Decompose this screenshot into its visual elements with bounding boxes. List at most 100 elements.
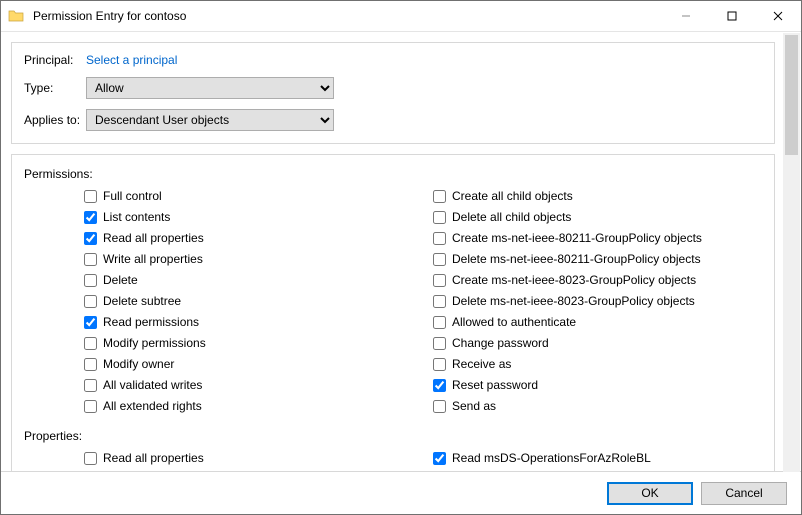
permission-checkbox[interactable] bbox=[84, 358, 97, 371]
permission-label: Create ms-net-ieee-8023-GroupPolicy obje… bbox=[452, 273, 696, 287]
permission-label: Delete bbox=[103, 273, 138, 287]
permission-item[interactable]: Delete all child objects bbox=[433, 208, 762, 226]
permission-checkbox[interactable] bbox=[433, 274, 446, 287]
permission-checkbox[interactable] bbox=[433, 379, 446, 392]
permission-item[interactable]: Delete ms-net-ieee-8023-GroupPolicy obje… bbox=[433, 292, 762, 310]
permission-item[interactable]: Delete ms-net-ieee-80211-GroupPolicy obj… bbox=[433, 250, 762, 268]
header-panel: Principal: Select a principal Type: Allo… bbox=[11, 42, 775, 144]
permission-item[interactable]: Reset password bbox=[433, 376, 762, 394]
permission-item[interactable]: Delete subtree bbox=[84, 292, 413, 310]
permission-checkbox[interactable] bbox=[433, 316, 446, 329]
content-area: Principal: Select a principal Type: Allo… bbox=[1, 32, 801, 471]
permission-checkbox[interactable] bbox=[84, 295, 97, 308]
permission-label: List contents bbox=[103, 210, 170, 224]
vertical-scrollbar[interactable] bbox=[783, 33, 800, 472]
permission-label: Create ms-net-ieee-80211-GroupPolicy obj… bbox=[452, 231, 702, 245]
properties-label: Properties: bbox=[24, 429, 762, 443]
applies-to-select[interactable]: Descendant User objects bbox=[86, 109, 334, 131]
permission-item[interactable]: Read all properties bbox=[84, 229, 413, 247]
permission-checkbox[interactable] bbox=[84, 253, 97, 266]
permission-checkbox[interactable] bbox=[433, 232, 446, 245]
permission-item[interactable]: Full control bbox=[84, 187, 413, 205]
permission-checkbox[interactable] bbox=[433, 211, 446, 224]
permission-label: Modify owner bbox=[103, 357, 174, 371]
property-label: Read all properties bbox=[103, 451, 204, 465]
permission-checkbox[interactable] bbox=[84, 316, 97, 329]
type-select[interactable]: Allow bbox=[86, 77, 334, 99]
minimize-button[interactable] bbox=[663, 1, 709, 31]
permission-label: Read permissions bbox=[103, 315, 199, 329]
property-checkbox[interactable] bbox=[84, 452, 97, 465]
permissions-column-right: Create all child objects Delete all child… bbox=[433, 187, 762, 415]
permission-checkbox[interactable] bbox=[433, 190, 446, 203]
permission-label: Change password bbox=[452, 336, 549, 350]
permission-label: Reset password bbox=[452, 378, 538, 392]
permission-checkbox[interactable] bbox=[84, 337, 97, 350]
permission-item[interactable]: Write all properties bbox=[84, 250, 413, 268]
permission-item[interactable]: Create all child objects bbox=[433, 187, 762, 205]
permission-checkbox[interactable] bbox=[433, 358, 446, 371]
permission-checkbox[interactable] bbox=[433, 337, 446, 350]
permission-label: All validated writes bbox=[103, 378, 202, 392]
permission-item[interactable]: Create ms-net-ieee-8023-GroupPolicy obje… bbox=[433, 271, 762, 289]
permission-label: Create all child objects bbox=[452, 189, 573, 203]
permission-label: Delete all child objects bbox=[452, 210, 571, 224]
permissions-label: Permissions: bbox=[24, 167, 762, 181]
select-principal-link[interactable]: Select a principal bbox=[86, 53, 177, 67]
permission-label: Delete ms-net-ieee-8023-GroupPolicy obje… bbox=[452, 294, 695, 308]
permission-checkbox[interactable] bbox=[84, 190, 97, 203]
permission-checkbox[interactable] bbox=[433, 295, 446, 308]
dialog-footer: OK Cancel bbox=[1, 471, 801, 514]
permission-item[interactable]: Read permissions bbox=[84, 313, 413, 331]
permission-label: Send as bbox=[452, 399, 496, 413]
permission-label: Read all properties bbox=[103, 231, 204, 245]
permission-item[interactable]: Modify permissions bbox=[84, 334, 413, 352]
client-area: Principal: Select a principal Type: Allo… bbox=[1, 32, 801, 514]
permission-label: Allowed to authenticate bbox=[452, 315, 576, 329]
scrollbar-thumb[interactable] bbox=[785, 35, 798, 155]
permission-checkbox[interactable] bbox=[84, 232, 97, 245]
permission-item[interactable]: Change password bbox=[433, 334, 762, 352]
permission-entry-window: Permission Entry for contoso Principal: … bbox=[0, 0, 802, 515]
principal-label: Principal: bbox=[24, 53, 86, 67]
permission-item[interactable]: List contents bbox=[84, 208, 413, 226]
permission-item[interactable]: All extended rights bbox=[84, 397, 413, 415]
applies-to-label: Applies to: bbox=[24, 113, 86, 127]
permission-item[interactable]: Allowed to authenticate bbox=[433, 313, 762, 331]
folder-icon bbox=[1, 1, 31, 31]
close-button[interactable] bbox=[755, 1, 801, 31]
property-item[interactable]: Read all properties bbox=[84, 449, 413, 467]
permission-checkbox[interactable] bbox=[84, 379, 97, 392]
cancel-button[interactable]: Cancel bbox=[701, 482, 787, 505]
property-item[interactable]: Read msDS-OperationsForAzRoleBL bbox=[433, 449, 762, 467]
permission-label: Delete ms-net-ieee-80211-GroupPolicy obj… bbox=[452, 252, 701, 266]
window-controls bbox=[663, 1, 801, 31]
maximize-button[interactable] bbox=[709, 1, 755, 31]
permission-label: Delete subtree bbox=[103, 294, 181, 308]
permission-label: Receive as bbox=[452, 357, 511, 371]
permission-label: Full control bbox=[103, 189, 162, 203]
property-label: Read msDS-OperationsForAzRoleBL bbox=[452, 451, 651, 465]
permission-checkbox[interactable] bbox=[84, 274, 97, 287]
properties-column-left: Read all propertiesWrite all properties bbox=[84, 449, 413, 471]
permission-label: Write all properties bbox=[103, 252, 203, 266]
ok-button[interactable]: OK bbox=[607, 482, 693, 505]
permission-item[interactable]: Modify owner bbox=[84, 355, 413, 373]
permission-item[interactable]: Send as bbox=[433, 397, 762, 415]
permission-checkbox[interactable] bbox=[84, 211, 97, 224]
permission-item[interactable]: All validated writes bbox=[84, 376, 413, 394]
permission-checkbox[interactable] bbox=[433, 253, 446, 266]
property-checkbox[interactable] bbox=[433, 452, 446, 465]
permission-checkbox[interactable] bbox=[84, 400, 97, 413]
permission-item[interactable]: Create ms-net-ieee-80211-GroupPolicy obj… bbox=[433, 229, 762, 247]
permission-label: All extended rights bbox=[103, 399, 202, 413]
permissions-panel: Permissions: Full control List contents Re… bbox=[11, 154, 775, 471]
permission-label: Modify permissions bbox=[103, 336, 206, 350]
titlebar: Permission Entry for contoso bbox=[1, 1, 801, 32]
permission-item[interactable]: Receive as bbox=[433, 355, 762, 373]
permission-item[interactable]: Delete bbox=[84, 271, 413, 289]
window-title: Permission Entry for contoso bbox=[31, 9, 663, 23]
type-label: Type: bbox=[24, 81, 86, 95]
permissions-column-left: Full control List contents Read all proper… bbox=[84, 187, 413, 415]
permission-checkbox[interactable] bbox=[433, 400, 446, 413]
